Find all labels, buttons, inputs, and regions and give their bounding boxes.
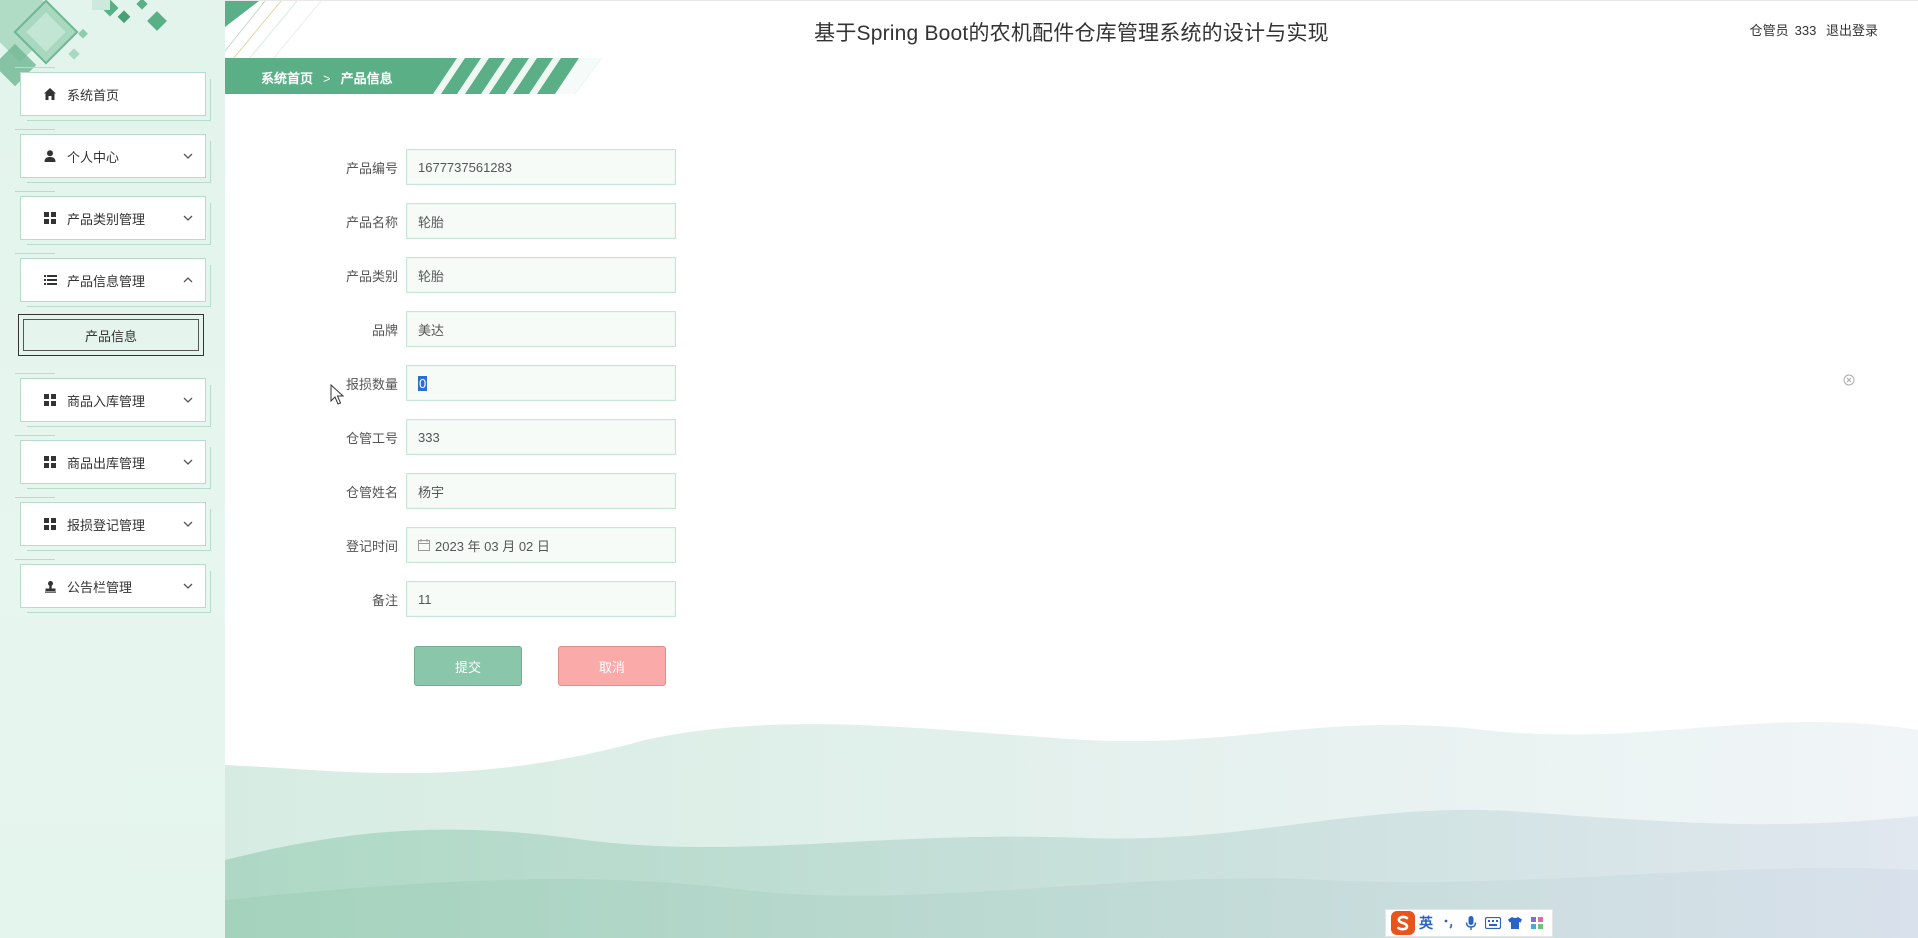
ime-language-toggle[interactable]: 英 bbox=[1419, 913, 1433, 933]
user-role: 仓管员 bbox=[1749, 23, 1789, 38]
product-name-field[interactable]: 轮胎 bbox=[406, 203, 676, 239]
register-time-value: 2023 年 03 月 02 日 bbox=[435, 538, 550, 554]
sidebar-item-notice-board[interactable]: 公告栏管理 bbox=[15, 559, 211, 613]
register-time-field[interactable]: 2023 年 03 月 02 日 bbox=[406, 527, 676, 563]
logout-link[interactable]: 退出登录 bbox=[1826, 23, 1878, 38]
form-row-keeper-id: 仓管工号 333 bbox=[330, 418, 730, 456]
chevron-down-icon bbox=[183, 457, 193, 467]
remark-field[interactable]: 11 bbox=[406, 581, 676, 617]
form-buttons: 提交 取消 bbox=[414, 646, 730, 686]
sidebar-item-stock-out[interactable]: 商品出库管理 bbox=[15, 435, 211, 489]
page-title: 基于Spring Boot的农机配件仓库管理系统的设计与实现 bbox=[814, 22, 1329, 45]
form-row-product-code: 产品编号 1677737561283 bbox=[330, 148, 730, 186]
home-icon bbox=[43, 87, 57, 101]
grid-icon bbox=[43, 393, 57, 407]
sidebar-menu: 系统首页 个人中心 产品类别管理 产品信息管理 产品信息 商品入库管理 商品出库… bbox=[0, 67, 225, 626]
sidebar-item-product-category[interactable]: 产品类别管理 bbox=[15, 191, 211, 245]
keeper-name-value: 杨宇 bbox=[418, 484, 445, 500]
keeper-id-field[interactable]: 333 bbox=[406, 419, 676, 455]
sidebar-item-label: 公告栏管理 bbox=[67, 579, 133, 595]
keyboard-icon[interactable] bbox=[1484, 914, 1502, 932]
sidebar-item-personal-center[interactable]: 个人中心 bbox=[15, 129, 211, 183]
keeper-id-label: 仓管工号 bbox=[345, 430, 398, 446]
form-row-keeper-name: 仓管姓名 杨宇 bbox=[330, 472, 730, 510]
sidebar-item-damage-report[interactable]: 报损登记管理 bbox=[15, 497, 211, 551]
wave-decoration bbox=[225, 721, 1918, 938]
breadcrumb-separator: > bbox=[323, 71, 331, 86]
register-time-label: 登记时间 bbox=[345, 538, 398, 554]
user-icon bbox=[43, 149, 57, 163]
breadcrumb-text: 系统首页 > 产品信息 bbox=[261, 68, 393, 87]
submenu-item-product-info[interactable]: 产品信息 bbox=[18, 314, 204, 356]
sidebar: 系统首页 个人中心 产品类别管理 产品信息管理 产品信息 商品入库管理 商品出库… bbox=[0, 0, 225, 938]
product-category-value: 轮胎 bbox=[418, 268, 445, 284]
sidebar-item-label: 系统首页 bbox=[67, 87, 120, 103]
calendar-icon bbox=[418, 539, 430, 551]
list-icon bbox=[43, 273, 57, 287]
product-name-label: 产品名称 bbox=[345, 214, 398, 230]
brand-field[interactable]: 美达 bbox=[406, 311, 676, 347]
damage-quantity-field[interactable]: 0 bbox=[406, 365, 676, 401]
breadcrumb: 系统首页 > 产品信息 bbox=[225, 58, 602, 94]
sidebar-item-home[interactable]: 系统首页 bbox=[15, 67, 211, 121]
cancel-button[interactable]: 取消 bbox=[558, 646, 666, 686]
chevron-down-icon bbox=[183, 151, 193, 161]
chevron-down-icon bbox=[183, 395, 193, 405]
product-code-value: 1677737561283 bbox=[418, 159, 512, 175]
brand-label: 品牌 bbox=[371, 322, 398, 338]
product-name-value: 轮胎 bbox=[418, 214, 445, 230]
top-header: 基于Spring Boot的农机配件仓库管理系统的设计与实现 仓管员 333 退出… bbox=[225, 0, 1918, 59]
chevron-down-icon bbox=[183, 581, 193, 591]
sidebar-item-label: 产品信息管理 bbox=[67, 273, 146, 289]
keeper-name-label: 仓管姓名 bbox=[345, 484, 398, 500]
sidebar-item-stock-in[interactable]: 商品入库管理 bbox=[15, 373, 211, 427]
chevron-down-icon bbox=[183, 213, 193, 223]
product-code-field[interactable]: 1677737561283 bbox=[406, 149, 676, 185]
user-area: 仓管员 333 退出登录 bbox=[1744, 20, 1878, 39]
product-code-label: 产品编号 bbox=[345, 160, 398, 176]
grid-icon bbox=[43, 211, 57, 225]
clear-icon[interactable] bbox=[1843, 374, 1855, 386]
keeper-id-value: 333 bbox=[418, 429, 440, 445]
user-name: 333 bbox=[1794, 23, 1817, 38]
brand-value: 美达 bbox=[418, 322, 445, 338]
grid-icon bbox=[43, 455, 57, 469]
submenu-item-label: 产品信息 bbox=[84, 328, 137, 344]
app-root: 系统首页 个人中心 产品类别管理 产品信息管理 产品信息 商品入库管理 商品出库… bbox=[0, 0, 1918, 938]
breadcrumb-current: 产品信息 bbox=[340, 71, 393, 86]
sidebar-item-label: 产品类别管理 bbox=[67, 211, 146, 227]
breadcrumb-home[interactable]: 系统首页 bbox=[261, 71, 313, 86]
product-form: 产品编号 1677737561283 产品名称 轮胎 产品类别 轮胎 品牌 美达… bbox=[330, 148, 730, 686]
sidebar-item-product-info[interactable]: 产品信息管理 bbox=[15, 253, 211, 307]
grid-icon bbox=[43, 517, 57, 531]
damage-quantity-value: 0 bbox=[418, 375, 428, 391]
submit-button[interactable]: 提交 bbox=[414, 646, 522, 686]
microphone-icon[interactable] bbox=[1462, 914, 1480, 932]
chevron-up-icon bbox=[183, 275, 193, 285]
sidebar-item-label: 商品入库管理 bbox=[67, 393, 146, 409]
form-row-product-category: 产品类别 轮胎 bbox=[330, 256, 730, 294]
form-row-register-time: 登记时间 2023 年 03 月 02 日 bbox=[330, 526, 730, 564]
sidebar-item-label: 个人中心 bbox=[67, 149, 120, 165]
keeper-name-field[interactable]: 杨宇 bbox=[406, 473, 676, 509]
sidebar-item-label: 商品出库管理 bbox=[67, 455, 146, 471]
form-row-brand: 品牌 美达 bbox=[330, 310, 730, 348]
skin-shirt-icon[interactable] bbox=[1506, 914, 1524, 932]
form-row-damage-quantity: 报损数量 0 bbox=[330, 364, 730, 402]
chevron-down-icon bbox=[183, 519, 193, 529]
mouse-cursor-icon bbox=[330, 384, 345, 405]
remark-label: 备注 bbox=[371, 592, 398, 608]
sogou-logo-icon[interactable] bbox=[1390, 910, 1416, 936]
product-category-label: 产品类别 bbox=[345, 268, 398, 284]
ime-toolbar: 英 bbox=[1385, 909, 1553, 937]
product-category-field[interactable]: 轮胎 bbox=[406, 257, 676, 293]
form-row-remark: 备注 11 bbox=[330, 580, 730, 618]
form-row-product-name: 产品名称 轮胎 bbox=[330, 202, 730, 240]
stamp-icon bbox=[43, 579, 57, 593]
sidebar-item-label: 报损登记管理 bbox=[67, 517, 146, 533]
toolbox-grid-icon[interactable] bbox=[1528, 914, 1546, 932]
remark-value: 11 bbox=[418, 591, 432, 607]
punctuation-icon[interactable] bbox=[1440, 914, 1458, 932]
